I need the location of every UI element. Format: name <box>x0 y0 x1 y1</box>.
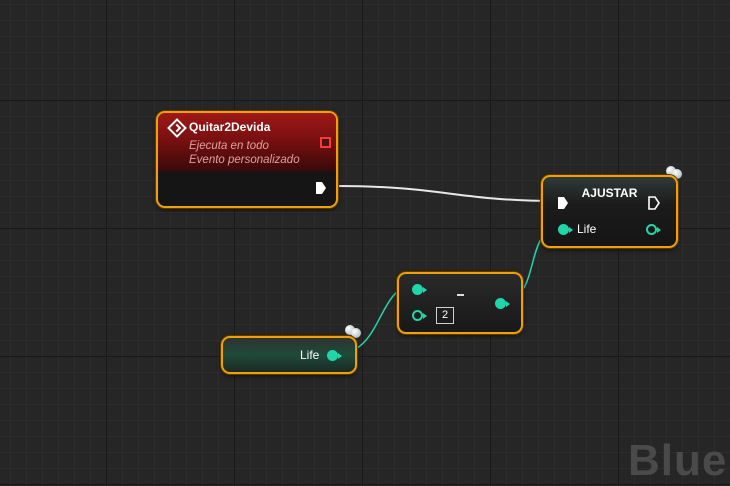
subtract-operator-icon <box>457 294 464 296</box>
event-node-title: Quitar2Devida <box>189 120 271 134</box>
event-node-subtitle-type: Evento personalizado <box>189 154 300 166</box>
life-input-pin-icon[interactable] <box>558 224 573 235</box>
event-node-subtitle-replication: Ejecuta en todo <box>189 140 269 152</box>
get-node-label: Life <box>300 348 320 362</box>
life-output-pin-icon[interactable] <box>327 350 342 361</box>
b-input-pin-icon[interactable] <box>412 310 427 321</box>
a-input-pin-icon[interactable] <box>412 284 427 295</box>
exec-output-pin-icon[interactable] <box>316 182 326 194</box>
set-variable-node[interactable]: AJUSTAR Life <box>541 175 678 248</box>
custom-event-node[interactable]: Quitar2Devida Ejecuta en todo Evento per… <box>156 111 338 208</box>
b-value-field[interactable]: 2 <box>436 307 454 324</box>
set-node-input-label: Life <box>577 222 597 236</box>
result-output-pin-icon[interactable] <box>495 298 510 309</box>
subtract-node[interactable]: 2 <box>397 272 523 334</box>
blueprint-watermark: Blue <box>628 436 728 485</box>
exec-output-pin-icon[interactable] <box>648 196 660 210</box>
get-variable-node[interactable]: Life <box>221 336 357 374</box>
life-output-pin-icon[interactable] <box>646 224 661 235</box>
delegate-pin-icon[interactable] <box>320 137 331 148</box>
exec-wire[interactable] <box>336 185 557 202</box>
